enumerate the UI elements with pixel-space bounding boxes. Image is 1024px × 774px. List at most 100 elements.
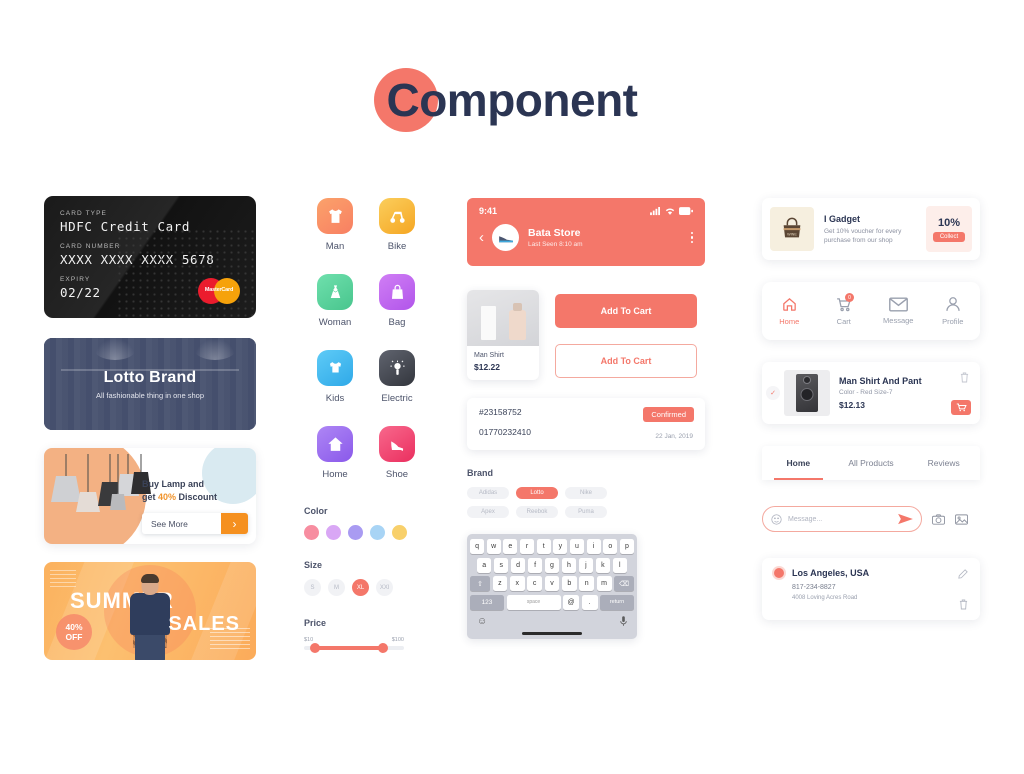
order-row[interactable]: #23158752 01770232410 Confirmed 22 Jan, …	[467, 398, 705, 450]
brand-tag-puma[interactable]: Puma	[565, 506, 607, 518]
color-swatch[interactable]	[304, 525, 319, 540]
color-swatch[interactable]	[326, 525, 341, 540]
key-z[interactable]: z	[492, 576, 508, 591]
collect-button[interactable]: Collect	[932, 231, 966, 242]
send-icon[interactable]	[898, 513, 913, 525]
nav-item-cart[interactable]: 0 Cart	[817, 293, 872, 326]
category-man[interactable]: Man	[304, 198, 366, 252]
tab-home[interactable]: Home	[762, 446, 835, 480]
category-kids[interactable]: Kids	[304, 350, 366, 404]
key-r[interactable]: r	[519, 539, 535, 554]
key-l[interactable]: l	[612, 557, 627, 573]
key-n[interactable]: n	[579, 576, 595, 591]
key-c[interactable]: c	[527, 576, 543, 591]
brand-tag-apex[interactable]: Apex	[467, 506, 509, 518]
category-bike[interactable]: Bike	[366, 198, 428, 252]
category-bag[interactable]: Bag	[366, 274, 428, 328]
key-x[interactable]: x	[509, 576, 525, 591]
page-title-area: Component	[0, 60, 1024, 140]
mic-icon[interactable]	[620, 616, 627, 627]
credit-card[interactable]: CARD TYPE HDFC Credit Card CARD NUMBER X…	[44, 196, 256, 318]
see-more-button[interactable]: See More ›	[142, 513, 248, 534]
nav-item-home[interactable]: Home	[762, 296, 817, 326]
key-i[interactable]: i	[586, 539, 601, 554]
gallery-icon[interactable]	[955, 513, 968, 525]
period-key[interactable]: .	[581, 594, 598, 610]
nav-item-message[interactable]: Message	[871, 297, 926, 325]
color-swatch[interactable]	[370, 525, 385, 540]
price-slider-handle-min[interactable]	[310, 643, 320, 653]
delete-icon[interactable]	[960, 372, 969, 383]
size-option-s[interactable]: S	[304, 579, 321, 596]
key-h[interactable]: h	[561, 557, 577, 573]
category-electric[interactable]: Electric	[366, 350, 428, 404]
key-s[interactable]: s	[493, 557, 509, 573]
back-arrow-icon[interactable]: ‹	[479, 229, 484, 246]
key-q[interactable]: q	[469, 539, 485, 554]
color-swatch[interactable]	[348, 525, 363, 540]
brand-tag-adidas[interactable]: Adidas	[467, 487, 509, 499]
category-label: Bike	[387, 241, 407, 252]
key-u[interactable]: u	[569, 539, 585, 554]
brand-tag-lotto[interactable]: Lotto	[516, 487, 558, 499]
lamp-headline-line1: Buy Lamp and	[142, 479, 205, 489]
key-y[interactable]: y	[553, 539, 568, 554]
category-shoe[interactable]: Shoe	[366, 426, 428, 480]
address-card[interactable]: Los Angeles, USA 817-234-8827 4008 Lovin…	[762, 558, 980, 620]
decor-lines	[50, 570, 76, 590]
cart-item-row[interactable]: ✓ Man Shirt And Pant Color - Red Size-7 …	[762, 362, 980, 424]
key-w[interactable]: w	[486, 539, 501, 554]
key-g[interactable]: g	[544, 557, 560, 573]
color-swatch[interactable]	[392, 525, 407, 540]
nav-item-profile[interactable]: Profile	[926, 296, 981, 326]
key-j[interactable]: j	[578, 557, 594, 573]
cart-item-options: Color - Red Size-7	[839, 389, 893, 396]
shift-key[interactable]: ⇧	[470, 576, 490, 591]
tab-reviews[interactable]: Reviews	[907, 446, 980, 480]
at-key[interactable]: @	[563, 594, 579, 610]
product-card[interactable]: Man Shirt $12.22	[467, 290, 539, 380]
key-t[interactable]: t	[536, 539, 551, 554]
numbers-key[interactable]: 123	[470, 594, 504, 610]
lamp-discount-card[interactable]: Buy Lamp and get 40% Discount See More ›	[44, 448, 256, 544]
size-option-m[interactable]: M	[328, 579, 345, 596]
more-options-icon[interactable]	[690, 231, 693, 244]
emoji-icon[interactable]	[771, 513, 782, 525]
key-e[interactable]: e	[503, 539, 518, 554]
select-checkmark-icon[interactable]: ✓	[766, 386, 780, 400]
brand-tag-nike[interactable]: Nike	[565, 487, 607, 499]
key-a[interactable]: a	[477, 557, 492, 573]
summer-sales-banner[interactable]: SUMMER SALES 40% OFF	[44, 562, 256, 660]
voucher-card[interactable]: WINE I Gadget Get 10% voucher for every …	[762, 198, 980, 260]
add-to-cart-icon-button[interactable]	[951, 400, 971, 415]
virtual-keyboard[interactable]: q w e r t y u i o p a s d f g h j k l ⇧ …	[467, 534, 637, 639]
key-v[interactable]: v	[544, 576, 560, 591]
key-m[interactable]: m	[596, 576, 612, 591]
category-woman[interactable]: Woman	[304, 274, 366, 328]
key-o[interactable]: o	[603, 539, 618, 554]
key-f[interactable]: f	[527, 557, 543, 573]
key-k[interactable]: k	[595, 557, 611, 573]
category-home[interactable]: Home	[304, 426, 366, 480]
return-key[interactable]: return	[600, 594, 634, 610]
tab-all-products[interactable]: All Products	[835, 446, 908, 480]
key-d[interactable]: d	[510, 557, 526, 573]
price-filter-title: Price	[304, 618, 327, 628]
backspace-key[interactable]: ⌫	[614, 576, 635, 591]
brand-tag-reebok[interactable]: Reebok	[516, 506, 558, 518]
lotto-brand-banner[interactable]: Lotto Brand All fashionable thing in one…	[44, 338, 256, 430]
key-p[interactable]: p	[619, 539, 635, 554]
edit-icon[interactable]	[958, 569, 968, 579]
price-slider-track[interactable]	[304, 643, 404, 653]
size-option-xl[interactable]: XL	[352, 579, 369, 596]
add-to-cart-outline-button[interactable]: Add To Cart	[555, 344, 697, 378]
space-key[interactable]: space	[506, 594, 561, 610]
emoji-icon[interactable]: ☺	[477, 616, 487, 627]
camera-icon[interactable]	[932, 513, 945, 525]
key-b[interactable]: b	[561, 576, 577, 591]
add-to-cart-filled-button[interactable]: Add To Cart	[555, 294, 697, 328]
size-option-xxl[interactable]: XXl	[376, 579, 393, 596]
price-slider-handle-max[interactable]	[378, 643, 388, 653]
message-input-box[interactable]: Message...	[762, 506, 922, 532]
delete-icon[interactable]	[959, 599, 968, 610]
